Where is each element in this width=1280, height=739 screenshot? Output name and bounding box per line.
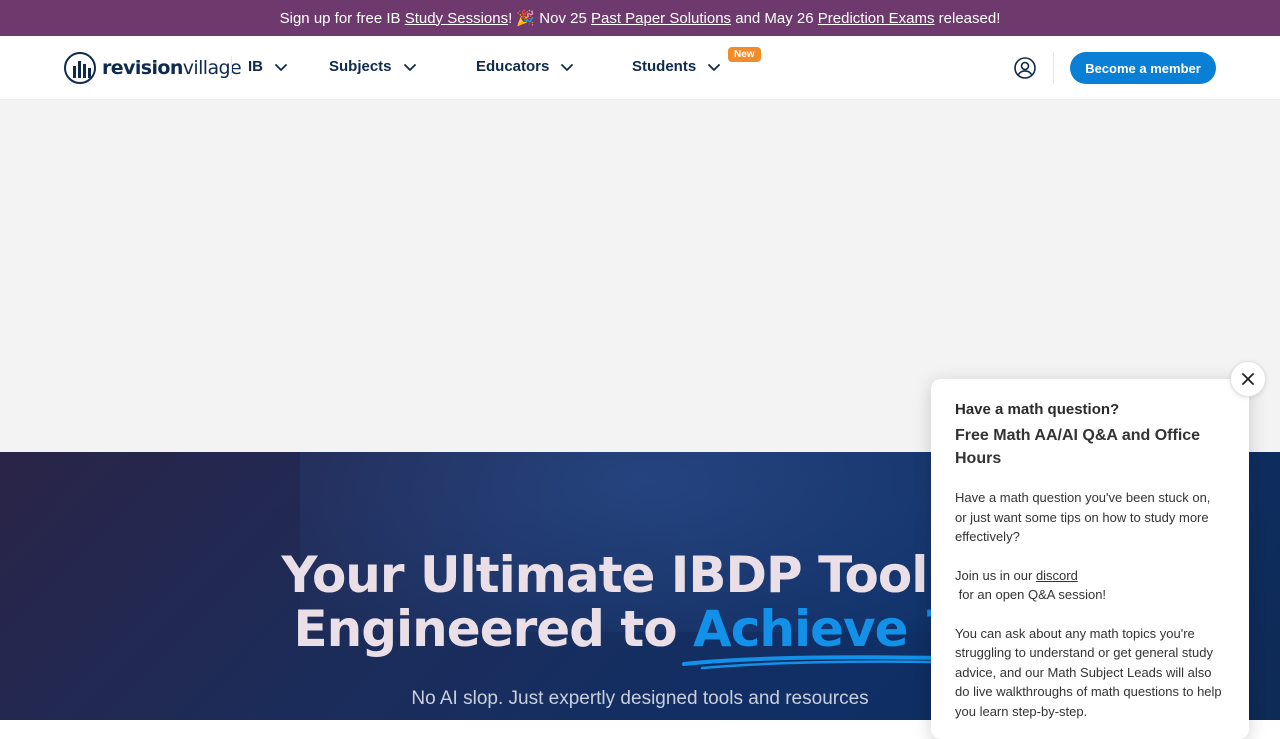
header-divider bbox=[1053, 52, 1054, 84]
logo-divider bbox=[231, 56, 232, 80]
nav-ib-label: IB bbox=[248, 58, 263, 75]
announcement-mid1: ! 🎉 Nov 25 bbox=[508, 10, 591, 27]
chevron-down-icon bbox=[275, 63, 287, 71]
nav-ib[interactable]: IB bbox=[248, 58, 289, 75]
close-icon bbox=[1242, 373, 1254, 385]
logo-text-bold: revision bbox=[102, 57, 183, 79]
new-badge: New bbox=[728, 47, 761, 62]
chevron-down-icon bbox=[708, 63, 721, 71]
become-member-button[interactable]: Become a member bbox=[1070, 52, 1216, 84]
nav-subjects[interactable]: Subjects bbox=[329, 58, 418, 75]
chevron-down-icon bbox=[403, 63, 416, 71]
discord-link[interactable]: discord bbox=[1036, 568, 1078, 583]
chat-p2-suffix: for an open Q&A session! bbox=[955, 587, 1107, 602]
chat-title: Free Math AA/AI Q&A and Office Hours bbox=[955, 427, 1201, 467]
announcement-prefix: Sign up for free IB bbox=[279, 9, 405, 27]
nav-students[interactable]: Students bbox=[632, 58, 722, 75]
user-circle-icon[interactable] bbox=[1013, 56, 1037, 80]
prediction-exams-link[interactable]: Prediction Exams bbox=[818, 10, 935, 27]
logo-text-light: village bbox=[182, 57, 242, 79]
chat-p2-prefix: Join us in our bbox=[955, 567, 1036, 583]
accent-underline bbox=[682, 655, 942, 670]
nav-subjects-label: Subjects bbox=[329, 58, 392, 75]
announcement-suffix: released! bbox=[934, 9, 1001, 27]
chat-heading: Have a math question? bbox=[955, 401, 1120, 418]
chevron-down-icon bbox=[561, 63, 574, 71]
nav-educators[interactable]: Educators bbox=[476, 58, 575, 75]
nav-students-label: Students bbox=[632, 58, 697, 75]
chat-paragraph-2: Join us in our discord for an open Q&A s… bbox=[955, 566, 1225, 605]
announcement-bar: Sign up for free IB Study Sessions ! 🎉 N… bbox=[0, 0, 1280, 36]
chat-close-button[interactable] bbox=[1230, 361, 1266, 397]
chat-paragraph-1: Have a math question you've been stuck o… bbox=[955, 490, 1211, 544]
nav-educators-label: Educators bbox=[476, 58, 550, 75]
site-logo[interactable]: revisionvillage bbox=[64, 52, 242, 84]
chat-popup: Have a math question? Free Math AA/AI Q&… bbox=[931, 379, 1249, 739]
chat-paragraph-3: You can ask about any math topics you're… bbox=[955, 625, 1222, 719]
logo-icon bbox=[64, 52, 96, 84]
study-sessions-link[interactable]: Study Sessions bbox=[405, 10, 508, 27]
announcement-mid2: and May 26 bbox=[731, 9, 818, 27]
past-paper-solutions-link[interactable]: Past Paper Solutions bbox=[591, 10, 731, 27]
hero-title-line2-prefix: Engineered to bbox=[293, 600, 694, 658]
logo-wordmark: revisionvillage bbox=[102, 57, 242, 79]
